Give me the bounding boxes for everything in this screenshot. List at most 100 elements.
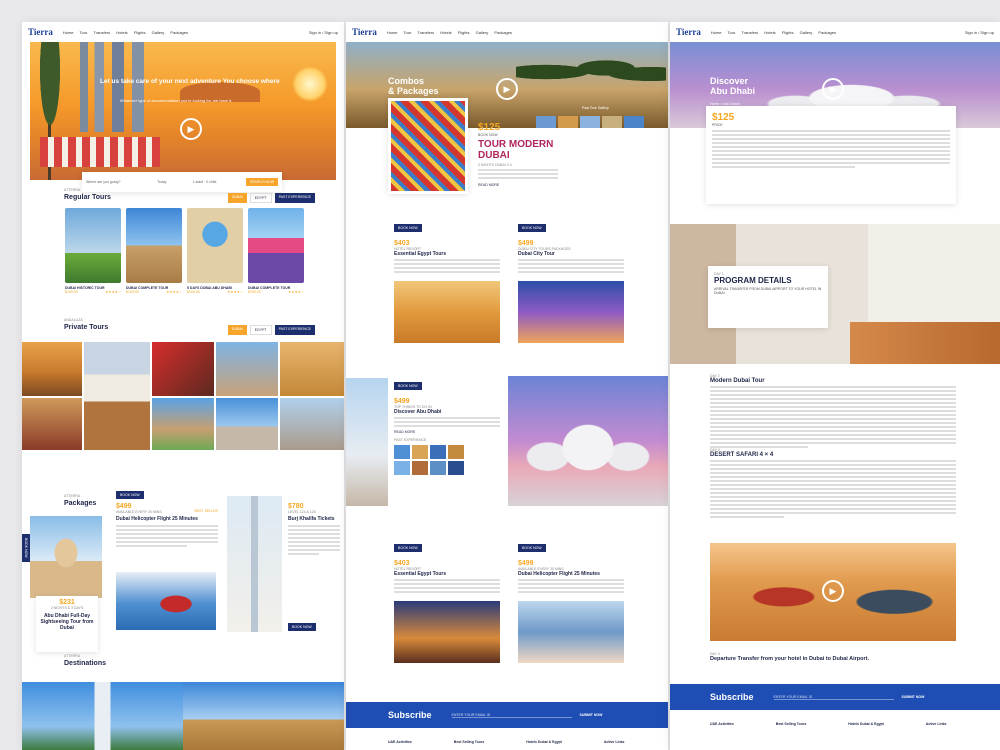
book-now-side-tab[interactable]: BOOK NOW <box>22 534 30 562</box>
tab-egypt[interactable]: EGYPT <box>249 193 272 203</box>
tour-card[interactable]: DUBAI HISTORIC TOUR $100.00 ★★★★☆ <box>65 208 121 294</box>
sign-in-link[interactable]: Sign in / Sign up <box>309 30 338 35</box>
book-now-button[interactable]: BOOK NOW <box>394 224 422 232</box>
play-video-button[interactable]: ▶ <box>180 118 202 140</box>
experience-thumb[interactable] <box>430 461 446 475</box>
nav-gallery[interactable]: Gallery <box>800 30 813 35</box>
footer-heading: Active Links <box>925 722 947 726</box>
tour-card[interactable]: BOOK NOW $403 HOTEL RESORT Essential Egy… <box>394 536 500 663</box>
nav-gallery[interactable]: Gallery <box>152 30 165 35</box>
destination-dubai[interactable] <box>22 682 183 750</box>
palm-trees <box>516 52 666 92</box>
nav-packages[interactable]: Packages <box>170 30 188 35</box>
book-now-button[interactable]: BOOK NOW <box>518 224 546 232</box>
nav-gallery[interactable]: Gallery <box>476 30 489 35</box>
email-input[interactable]: ENTER YOUR EMAIL ID <box>451 713 572 718</box>
nav-home[interactable]: Home <box>63 30 74 35</box>
nav-tour[interactable]: Tour <box>728 30 736 35</box>
package-card-burj[interactable]: $780 LEVEL 124 & 125 Burj Khalifa Ticket… <box>288 503 340 557</box>
package-name: Abu Dhabi Full-Day Sightseeing Tour from… <box>40 613 94 631</box>
sign-in-link[interactable]: Sign in / Sign up <box>965 30 994 35</box>
experience-thumb[interactable] <box>394 461 410 475</box>
book-now-button[interactable]: BOOK NOW <box>116 491 144 499</box>
nav-flights[interactable]: Flights <box>134 30 146 35</box>
package-card-helicopter[interactable]: $499 AVAILABLE EVERY 30 MINS BEST SELLER… <box>116 503 218 549</box>
tour-card[interactable]: BOOK NOW $403 HOTEL RESORT Essential Egy… <box>394 216 500 343</box>
nav-transfers[interactable]: Transfers <box>741 30 758 35</box>
program-subtitle: ARRIVAL TRANSFER FROM DUBAI AIRPORT TO Y… <box>714 287 822 295</box>
play-video-button[interactable]: ▶ <box>496 78 518 100</box>
tour-image <box>65 208 121 283</box>
tab-past-experience[interactable]: PAST EXPERIENCE <box>274 325 315 335</box>
nav-tour[interactable]: Tour <box>404 30 412 35</box>
nav-hotels[interactable]: Hotels <box>764 30 775 35</box>
destination-input[interactable]: Where are you going? <box>86 180 157 184</box>
tour-card[interactable]: 5 DAYS DUBAI ABU DHABI $100.00 ★★★★☆ <box>187 208 243 294</box>
submit-now-button[interactable]: SUBMIT NOW <box>902 695 925 699</box>
tab-dubai[interactable]: DUBAI <box>228 325 247 335</box>
book-now-button[interactable]: BOOK NOW <box>518 544 546 552</box>
experience-thumb[interactable] <box>412 461 428 475</box>
home-page-panel: Tierra Home Tour Transfers Hotels Flight… <box>22 22 344 750</box>
experience-thumb[interactable] <box>430 445 446 459</box>
date-input[interactable]: Today <box>157 180 193 184</box>
package-card[interactable]: $231 2 NIGHTS & 3 DAYS Abu Dhabi Full-Da… <box>36 596 98 652</box>
tour-price: $125 <box>712 112 735 123</box>
play-video-button[interactable]: ▶ <box>822 580 844 602</box>
tour-tile[interactable] <box>22 398 82 450</box>
tour-card[interactable]: DUBAI COMPLETE TOUR $100.00 ★★★★☆ <box>126 208 182 294</box>
nav-tour[interactable]: Tour <box>80 30 88 35</box>
tour-tile[interactable] <box>22 342 82 396</box>
book-now-button[interactable]: BOOK NOW <box>394 382 422 390</box>
tour-tile[interactable] <box>216 342 278 396</box>
tour-title: Dubai City Tour <box>518 251 555 257</box>
play-video-button[interactable]: ▶ <box>822 78 844 100</box>
guests-input[interactable]: 1 adult · 0 child <box>193 180 246 184</box>
package-description <box>116 525 218 547</box>
brand-logo[interactable]: Tierra <box>28 27 53 37</box>
tour-image <box>394 601 500 663</box>
nav-hotels[interactable]: Hotels <box>116 30 127 35</box>
nav-packages[interactable]: Packages <box>818 30 836 35</box>
nav-transfers[interactable]: Transfers <box>93 30 110 35</box>
experience-thumb[interactable] <box>448 445 464 459</box>
nav-hotels[interactable]: Hotels <box>440 30 451 35</box>
tour-tile[interactable] <box>280 342 344 396</box>
nav-home[interactable]: Home <box>711 30 722 35</box>
tour-tile[interactable] <box>84 342 150 450</box>
tour-card[interactable]: BOOK NOW $499 DUBAI CITY TOURS PACKAGES … <box>518 216 624 343</box>
nav-flights[interactable]: Flights <box>782 30 794 35</box>
tab-egypt[interactable]: EGYPT <box>249 325 272 335</box>
package-price: $231 <box>59 599 75 606</box>
featured-tour-image[interactable] <box>388 98 468 194</box>
book-now-button[interactable]: BOOK NOW <box>288 623 316 631</box>
featured-description <box>478 169 558 179</box>
search-now-button[interactable]: SEARCH NOW <box>245 178 279 186</box>
nav-packages[interactable]: Packages <box>494 30 512 35</box>
tour-tile[interactable] <box>152 342 214 396</box>
experience-thumb[interactable] <box>448 461 464 475</box>
read-more-link[interactable]: READ MORE <box>394 430 500 434</box>
tour-card-abu-dhabi[interactable]: BOOK NOW $499 TOP THINGS TO DO IN Discov… <box>394 374 500 475</box>
destination-egypt[interactable] <box>183 682 344 750</box>
tab-dubai[interactable]: DUBAI <box>228 193 247 203</box>
experience-thumb[interactable] <box>394 445 410 459</box>
submit-now-button[interactable]: SUBMIT NOW <box>580 713 603 717</box>
tour-tile[interactable] <box>152 398 214 450</box>
book-now-button[interactable]: BOOK NOW <box>394 544 422 552</box>
book-now-link[interactable]: BOOK NOW <box>478 133 658 137</box>
brand-logo[interactable]: Tierra <box>676 27 701 37</box>
nav-home[interactable]: Home <box>387 30 398 35</box>
read-more-link[interactable]: READ MORE <box>478 183 658 187</box>
nav-transfers[interactable]: Transfers <box>417 30 434 35</box>
email-input[interactable]: ENTER YOUR EMAIL ID <box>773 695 894 700</box>
tour-tile[interactable] <box>216 398 278 450</box>
tour-card[interactable]: BOOK NOW $499 AVAILABLE EVERY 30 MINS Du… <box>518 536 624 663</box>
tab-past-experience[interactable]: PAST EXPERIENCE <box>274 193 315 203</box>
brand-logo[interactable]: Tierra <box>352 27 377 37</box>
tour-tile[interactable] <box>280 398 344 450</box>
nav-flights[interactable]: Flights <box>458 30 470 35</box>
tour-card[interactable]: DUBAI COMPLETE TOUR $100.00 ★★★★☆ <box>248 208 304 294</box>
tour-description <box>518 259 624 273</box>
experience-thumb[interactable] <box>412 445 428 459</box>
